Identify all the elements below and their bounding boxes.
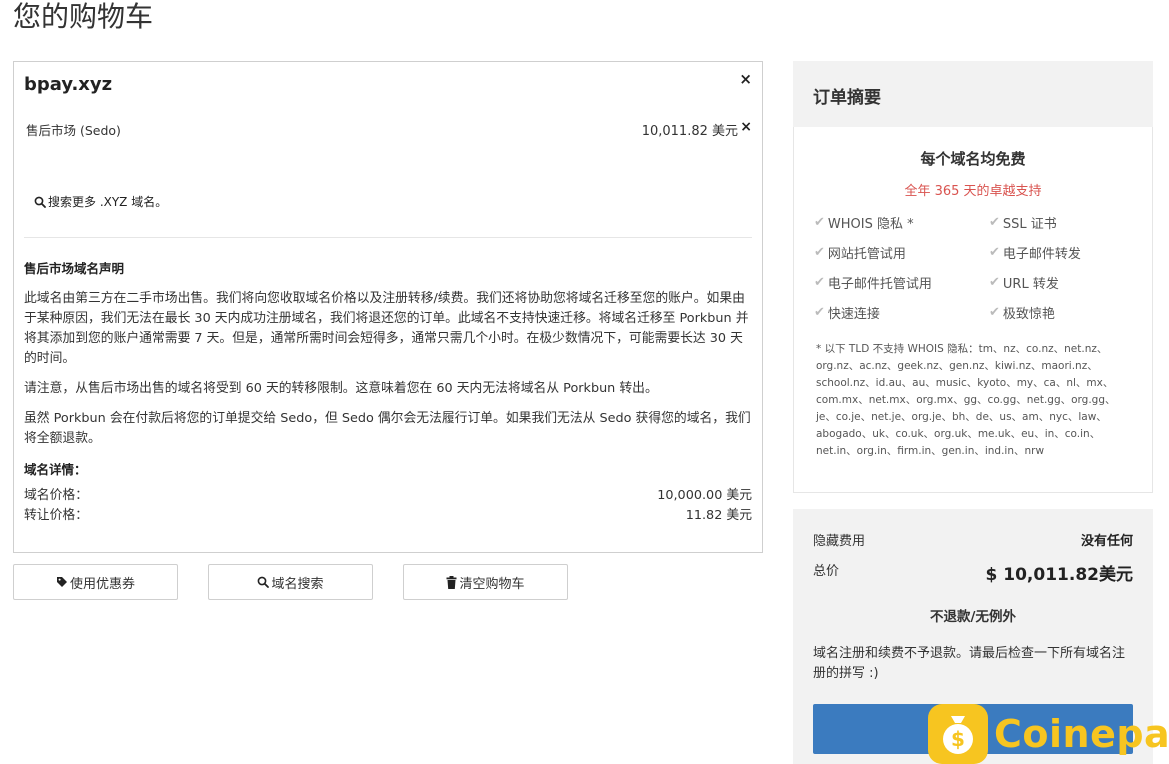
check-icon: ✔ <box>814 215 825 230</box>
transfer-price-value: 11.82 美元 <box>685 508 752 523</box>
remove-item-icon[interactable]: × <box>740 119 752 135</box>
feature-label: 极致惊艳 <box>1002 307 1055 322</box>
divider <box>24 237 752 238</box>
use-coupon-label: 使用优惠券 <box>69 576 135 592</box>
check-icon: ✔ <box>814 305 825 320</box>
notice-paragraph-1: 此域名由第三方在二手市场出售。我们将向您收取域名价格以及注册转移/续费。我们还将… <box>24 291 749 366</box>
use-coupon-button[interactable]: 使用优惠券 <box>13 564 178 600</box>
empty-cart-button[interactable]: 清空购物车 <box>403 564 568 600</box>
cart-item-box: bpay.xyz × 售后市场 (Sedo) 10,011.82 美元 × 搜索… <box>13 61 763 553</box>
aftermarket-notice: 售后市场域名声明 此域名由第三方在二手市场出售。我们将向您收取域名价格以及注册转… <box>24 258 752 526</box>
domain-search-label: 域名搜索 <box>271 576 324 592</box>
hidden-fee-label: 隐藏费用 <box>813 534 866 549</box>
order-summary-header: 订单摘要 <box>793 61 1153 127</box>
transfer-price-row: 转让价格： 11.82 美元 <box>24 506 752 526</box>
domain-search-button[interactable]: 域名搜索 <box>208 564 373 600</box>
aftermarket-label: 售后市场 (Sedo) <box>26 123 121 138</box>
tag-icon <box>56 577 67 587</box>
free-with-domain-title: 每个域名均免费 <box>920 150 1026 168</box>
aftermarket-price: 10,011.82 美元 <box>641 124 738 139</box>
search-icon <box>258 576 270 588</box>
notice-title: 售后市场域名声明 <box>24 261 125 276</box>
feature-item: ✔ 电子邮件转发 <box>989 243 1081 262</box>
feature-item: ✔ SSL 证书 <box>989 213 1057 232</box>
domain-price-row: 域名价格： 10,000.00 美元 <box>24 486 752 506</box>
order-summary-title: 订单摘要 <box>813 88 881 108</box>
watermark-text: Coinepay <box>994 712 1169 756</box>
feature-item: ✔ 极致惊艳 <box>989 303 1055 322</box>
feature-label: 网站托管试用 <box>827 247 906 262</box>
watermark-logo-glyph: $ <box>951 727 965 751</box>
check-icon: ✔ <box>814 245 825 260</box>
domain-price-label: 域名价格： <box>24 488 88 503</box>
check-icon: ✔ <box>814 275 825 290</box>
whois-tld-note: * 以下 TLD 不支持 WHOIS 隐私：tm、nz、co.nz、net.nz… <box>816 343 1116 457</box>
feature-item: ✔ URL 转发 <box>989 273 1059 292</box>
remove-domain-icon[interactable]: × <box>739 70 752 88</box>
feature-label: SSL 证书 <box>1002 217 1057 232</box>
feature-item: ✔ 快速连接 <box>814 303 880 322</box>
feature-label: 电子邮件托管试用 <box>827 277 932 292</box>
check-icon: ✔ <box>989 245 1000 260</box>
notice-paragraph-2: 请注意，从售后市场出售的域名将受到 60 天的转移限制。这意味着您在 60 天内… <box>24 381 658 396</box>
search-icon <box>34 196 46 208</box>
empty-cart-label: 清空购物车 <box>459 576 525 592</box>
page-title: 您的购物车 <box>13 0 154 33</box>
domain-details-title: 域名详情： <box>24 462 87 477</box>
feature-item: ✔ WHOIS 隐私 * <box>814 213 914 232</box>
transfer-price-label: 转让价格： <box>24 508 88 523</box>
no-refund-title: 不退款/无例外 <box>930 609 1016 625</box>
check-icon: ✔ <box>989 305 1000 320</box>
check-icon: ✔ <box>989 215 1000 230</box>
cart-domain-name: bpay.xyz <box>24 74 113 95</box>
refund-note: 域名注册和续费不予退款。请最后检查一下所有域名注册的拼写 :) <box>813 646 1126 681</box>
feature-label: 快速连接 <box>827 307 880 322</box>
feature-label: URL 转发 <box>1002 277 1059 292</box>
feature-label: 电子邮件转发 <box>1002 247 1081 262</box>
search-more-label: 搜索更多 .XYZ 域名。 <box>48 195 168 209</box>
hidden-fee-value: 没有任何 <box>1080 534 1133 549</box>
trash-icon <box>446 575 457 589</box>
support-tagline: 全年 365 天的卓越支持 <box>904 184 1042 199</box>
total-value: $ 10,011.82美元 <box>985 565 1133 585</box>
feature-label: WHOIS 隐私 * <box>827 217 914 232</box>
total-label: 总价 <box>813 564 840 579</box>
feature-item: ✔ 电子邮件托管试用 <box>814 273 932 292</box>
domain-price-value: 10,000.00 美元 <box>657 488 752 503</box>
check-icon: ✔ <box>989 275 1000 290</box>
search-more-link[interactable]: 搜索更多 .XYZ 域名。 <box>34 193 167 210</box>
order-summary-panel: 每个域名均免费 全年 365 天的卓越支持 ✔ WHOIS 隐私 * ✔ SSL 证… <box>793 127 1153 493</box>
notice-paragraph-3: 虽然 Porkbun 会在付款后将您的订单提交给 Sedo，但 Sedo 偶尔会… <box>24 411 751 446</box>
feature-item: ✔ 网站托管试用 <box>814 243 906 262</box>
money-bag-icon: $ <box>928 704 988 764</box>
coinepay-watermark: $ Coinepay <box>928 704 1169 764</box>
